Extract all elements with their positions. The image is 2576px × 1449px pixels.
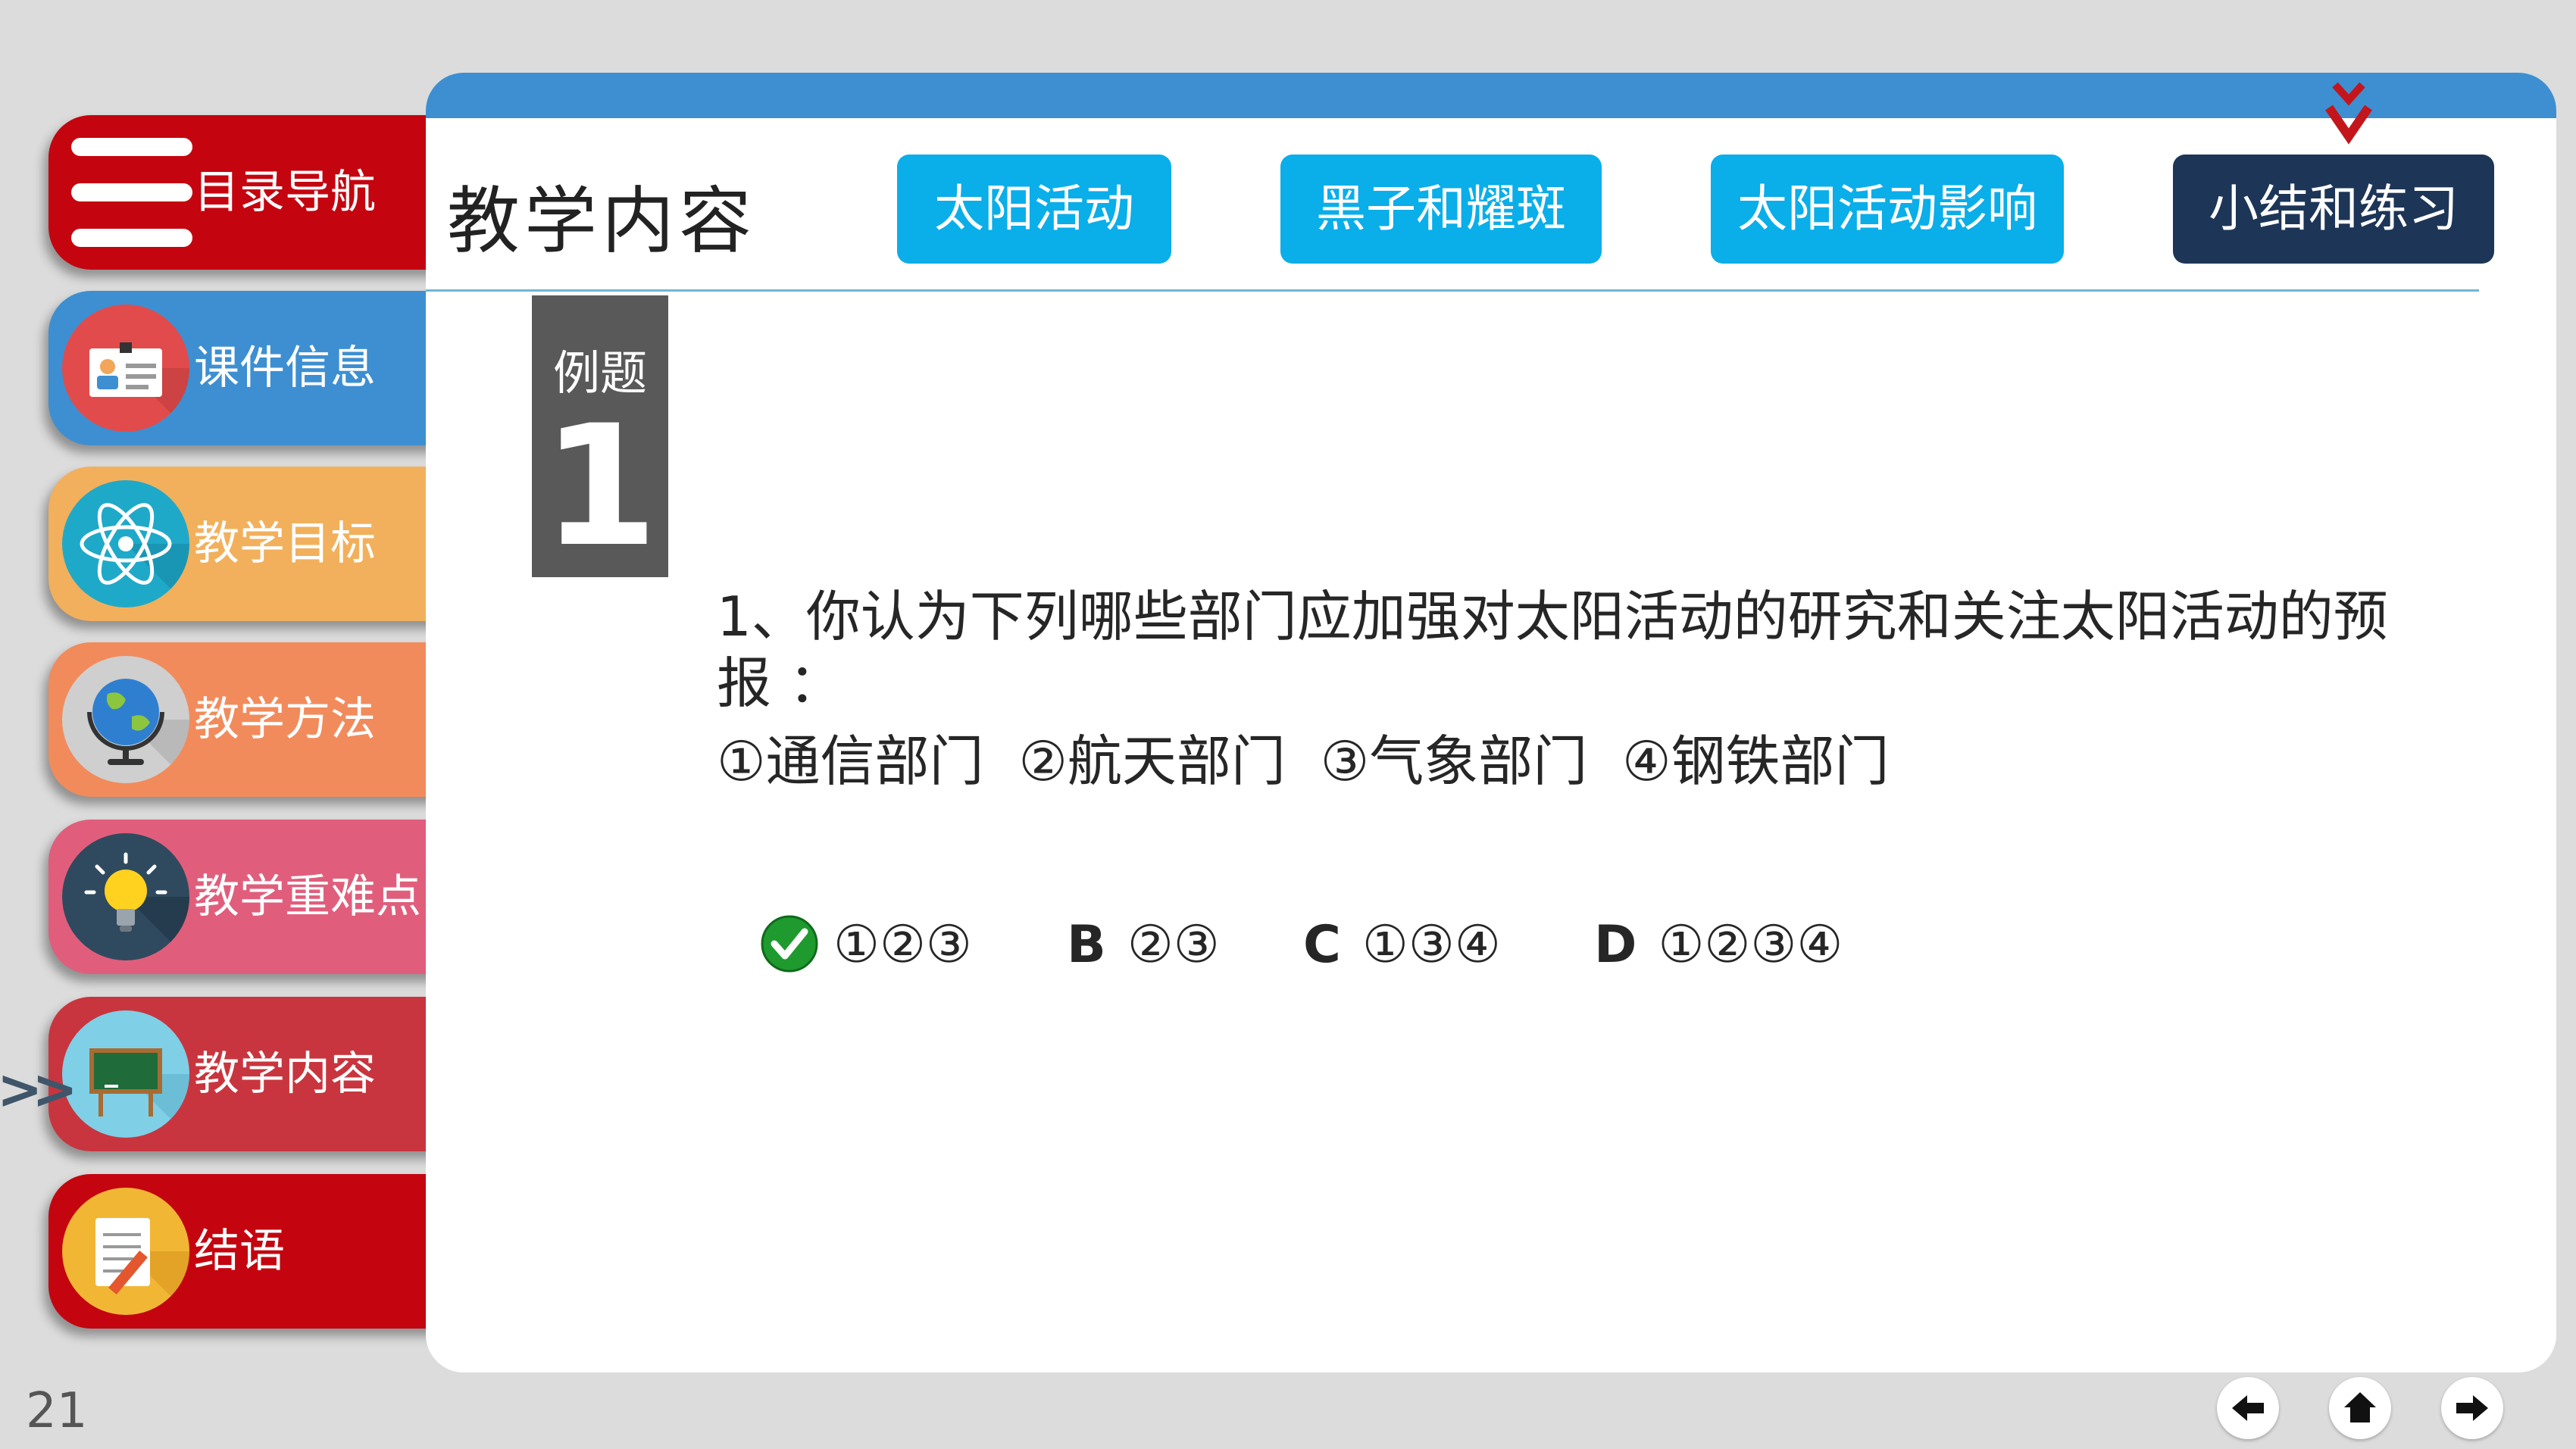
current-section-marker: >> [0, 1057, 78, 1121]
answer-b-value: ②③ [1127, 915, 1220, 975]
answer-b-letter: B [1067, 915, 1106, 975]
check-icon [761, 915, 818, 973]
page-number: 21 [26, 1383, 88, 1439]
sidebar-item-key-points[interactable]: 教学重难点 [48, 820, 442, 974]
atom-icon [62, 480, 189, 607]
arrow-right-icon [2456, 1395, 2488, 1421]
id-card-icon [62, 304, 189, 432]
page-title: 教学内容 [447, 179, 756, 264]
sidebar-item-label: 教学目标 [194, 517, 376, 570]
tab-solar-impact[interactable]: 太阳活动影响 [1711, 155, 2064, 264]
sidebar-item-label: 课件信息 [194, 342, 376, 395]
tab-sunspots-flares[interactable]: 黑子和耀斑 [1280, 155, 1602, 264]
answer-d-letter: D [1594, 915, 1637, 975]
answer-c[interactable]: C ①③④ [1303, 915, 1501, 975]
sidebar-item-label: 教学重难点 [194, 870, 421, 923]
example-number: 1 [542, 389, 658, 583]
sidebar-item-label: 教学方法 [194, 693, 376, 746]
lightbulb-icon [62, 833, 189, 960]
answer-b[interactable]: B ②③ [1067, 915, 1220, 975]
sidebar-item-teaching-goals[interactable]: 教学目标 [48, 467, 442, 621]
menu-icon [71, 138, 192, 247]
answer-d-value: ①②③④ [1658, 915, 1843, 975]
sidebar-item-label: 教学内容 [194, 1048, 376, 1101]
home-button[interactable] [2329, 1377, 2391, 1439]
tab-solar-activity[interactable]: 太阳活动 [897, 155, 1171, 264]
sidebar-item-menu[interactable]: 目录导航 [48, 115, 442, 270]
sidebar-item-teaching-content[interactable]: 教学内容 [48, 997, 442, 1151]
example-badge: 例题 1 [532, 295, 668, 577]
sidebar-item-teaching-methods[interactable]: 教学方法 [48, 642, 442, 797]
notepad-icon [62, 1188, 189, 1315]
next-button[interactable] [2441, 1377, 2503, 1439]
blackboard-icon [62, 1010, 189, 1138]
answer-d[interactable]: D ①②③④ [1594, 915, 1843, 975]
answer-c-value: ①③④ [1361, 915, 1501, 975]
answer-a-value: ①②③ [833, 915, 972, 975]
arrow-left-icon [2232, 1395, 2264, 1421]
sidebar-item-courseware-info[interactable]: 课件信息 [48, 291, 442, 445]
sidebar-item-label: 目录导航 [194, 166, 376, 219]
globe-icon [62, 656, 189, 783]
prev-button[interactable] [2217, 1377, 2279, 1439]
panel-top-bar [426, 73, 2556, 118]
question-text: 1、你认为下列哪些部门应加强对太阳活动的研究和关注太阳活动的预报 ： [717, 585, 2388, 715]
chevron-down-icon [2325, 82, 2372, 145]
question-options: ①通信部门 ②航天部门 ③气象部门 ④钢铁部门 [717, 729, 1890, 793]
divider [426, 289, 2479, 292]
tab-summary-practice[interactable]: 小结和练习 [2173, 155, 2494, 264]
answer-c-letter: C [1303, 915, 1341, 975]
home-icon [2344, 1392, 2376, 1422]
sidebar-item-closing[interactable]: 结语 [48, 1174, 442, 1329]
sidebar-item-label: 结语 [194, 1225, 285, 1278]
active-tab-marker [2318, 80, 2379, 145]
